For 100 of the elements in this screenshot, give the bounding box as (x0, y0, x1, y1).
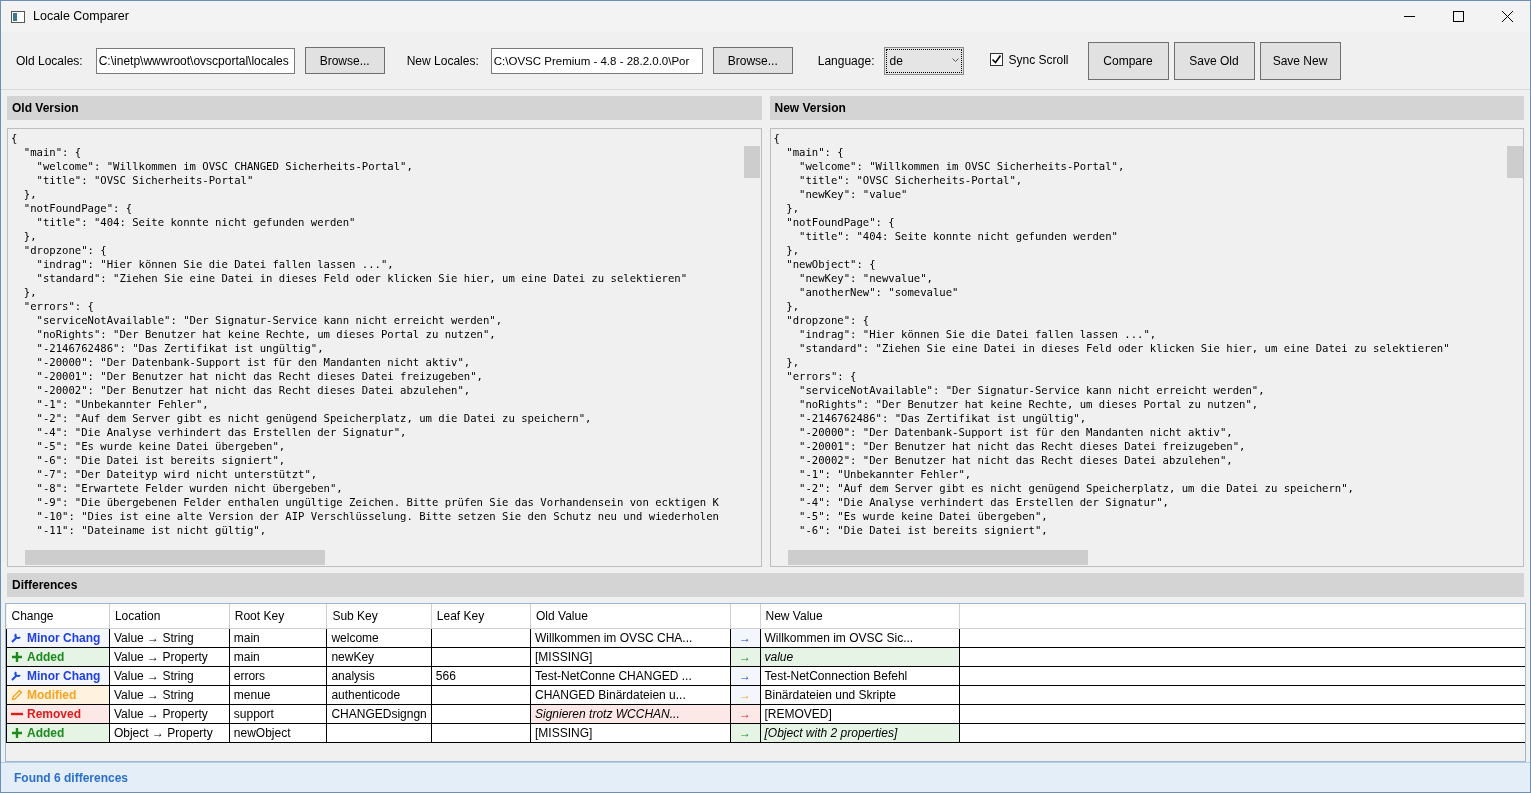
code-line: "-20001": "Der Benutzer hat nicht das Recht dieses Datei freizugeben", (35, 369, 484, 383)
table-cell: Object → Property (109, 723, 230, 742)
column-header[interactable]: Location (109, 604, 230, 628)
column-header[interactable]: Leaf Key (431, 604, 531, 628)
code-line: "-20000": "Der Datenbank-Support ist für den Mandanten nicht aktiv", (35, 355, 472, 369)
code-line: "title": "404: Seite konnte nicht gefunden werden" (35, 215, 357, 229)
code-line: "notFoundPage": { (785, 215, 896, 229)
language-dropdown[interactable]: de (884, 46, 965, 75)
code-line: "-4": "Die Analyse verhindert das Erstellen der Signatur", (798, 495, 1170, 509)
browse-button[interactable]: Browse... (304, 47, 385, 74)
code-line: "anotherNew": "somevalue" (798, 285, 960, 299)
code-line: "-20002": "Der Benutzer hat nicht das Recht dieses Datei abzulehen", (798, 453, 1234, 467)
code-line: "title": "404: Seite konnte nicht gefunden werden" (798, 229, 1119, 243)
code-line: "newObject": { (785, 257, 877, 271)
table-cell: Value → Property (109, 647, 230, 666)
code-line: "indrag": "Hier können Sie die Datei fallen lassen ...", (798, 327, 1158, 341)
table-cell: [MISSING] (530, 647, 731, 666)
table-cell: Value → String (109, 666, 230, 685)
code-line: "notFoundPage": { (22, 201, 134, 215)
wrench-icon (11, 631, 23, 644)
table-cell: Test-NetConne CHANGED ... (530, 666, 731, 685)
code-line: "newKey": "value" (798, 187, 909, 201)
table-cell: welcome (326, 628, 432, 647)
code-line: "-4": "Die Analyse verhindert das Erstellen der Signatur", (35, 425, 408, 439)
code-line: }, (785, 299, 800, 313)
code-line: { (11, 131, 19, 145)
code-line: }, (785, 355, 800, 369)
table-cell: main (229, 628, 327, 647)
table-cell: [REMOVED] (760, 704, 960, 723)
code-line: "errors": { (785, 369, 858, 383)
code-line: "welcome": "Willkommen im OVSC Sicherheits-Portal", (798, 159, 1126, 173)
code-line: "newKey": "newvalue", (798, 271, 934, 285)
app-icon (11, 10, 25, 23)
code-line: "title": "OVSC Sicherheits-Portal", (798, 173, 1024, 187)
maximize-icon[interactable] (1453, 11, 1464, 22)
code-line: "-20001": "Der Benutzer hat nicht das Recht dieses Datei freizugeben", (798, 439, 1247, 453)
code-editor[interactable] (769, 128, 1524, 567)
code-line: "-10": "Dies ist eine alte Version der AIP Verschlüsselung. Bitte setzen Sie den Schutz neu und wiederholen (35, 509, 720, 523)
browse-button[interactable]: Browse... (712, 47, 793, 74)
code-line: "-11": "Dateiname ist nicht gültig", (35, 523, 268, 537)
code-line: "main": { (22, 145, 83, 159)
field-label: New Locales: (406, 52, 479, 70)
column-header[interactable]: Sub Key (326, 604, 432, 628)
code-line: }, (785, 243, 800, 257)
code-line: }, (785, 201, 800, 215)
code-line: "noRights": "Der Benutzer hat keine Rechte, um dieses Portal zu nutzen", (35, 327, 497, 341)
code-line: "title": "OVSC Sicherheits-Portal" (35, 173, 255, 187)
table-cell: CHANGEDsigngn (326, 704, 432, 723)
column-header[interactable]: Old Value (530, 604, 731, 628)
path-field[interactable]: C:\inetp\wwwroot\ovscportal\locales (95, 47, 295, 74)
code-line: "-2146762486": "Das Zertifikat ist ungültig", (798, 411, 1088, 425)
code-line: }, (22, 187, 38, 201)
code-line: "-2": "Auf dem Server gibt es nicht genügend Speicherplatz, um die Datei zu speichern", (35, 411, 593, 425)
table-cell: newKey (326, 647, 432, 666)
code-line: "-5": "Es wurde keine Datei übergeben", (35, 439, 287, 453)
code-line: "standard": "Ziehen Sie eine Datei in dieses Feld oder klicken Sie hier, um eine Datei zu selektieren" (798, 341, 1451, 355)
caret-icon (952, 57, 960, 63)
code-line: "errors": { (22, 299, 95, 313)
code-line: "indrag": "Hier können Sie die Datei fallen lassen ...", (35, 257, 395, 271)
code-line: "-1": "Unbekannter Fehler", (798, 467, 973, 481)
panel-header: Old Version (7, 96, 762, 120)
table-cell: Willkommen im OVSC Sic... (760, 628, 960, 647)
change-type: Minor Chang (27, 629, 101, 647)
section-header: Differences (7, 573, 1524, 597)
code-line: "-9": "Die übergebenen Felder enthalen ungültige Zeichen. Bitte prüfen Sie das Vorhandensein von ecktigen K (35, 495, 720, 509)
field-label: Language: (817, 52, 875, 70)
window-title: Locale Comparer (33, 8, 129, 26)
table-cell: Value → String (109, 685, 230, 704)
column-header[interactable]: New Value (760, 604, 960, 628)
code-line: "-6": "Die Datei ist bereits signiert", (798, 523, 1049, 537)
table-cell: newObject (229, 723, 327, 742)
path-field[interactable]: C:\OVSC Premium - 4.8 - 28.2.0.0\Por (490, 47, 703, 74)
code-line: "-5": "Es wurde keine Datei übergeben", (798, 509, 1049, 523)
toolbar-button[interactable]: Compare (1087, 41, 1169, 80)
code-line: "-2146762486": "Das Zertifikat ist ungültig", (35, 341, 325, 355)
code-line: "-8": "Erwartete Felder wurden nicht übergeben", (35, 481, 344, 495)
change-type: Added (27, 724, 65, 742)
code-editor[interactable] (7, 128, 762, 567)
change-type: Modified (27, 686, 77, 704)
toolbar-button[interactable]: Save New (1259, 41, 1341, 80)
code-line: "-6": "Die Datei ist bereits signiert", (35, 453, 287, 467)
column-header[interactable]: Change (6, 604, 110, 628)
table-cell: authenticode (326, 685, 432, 704)
code-line: "serviceNotAvailable": "Der Signatur-Service kann nicht erreicht werden", (798, 383, 1266, 397)
column-header[interactable]: Root Key (229, 604, 327, 628)
plus-icon (11, 650, 23, 663)
code-line: }, (22, 285, 38, 299)
code-line: "main": { (785, 145, 845, 159)
table-cell: analysis (326, 666, 432, 685)
status-text: Found 6 differences (14, 769, 129, 787)
code-line: "standard": "Ziehen Sie eine Datei in dieses Feld oder klicken Sie hier, um eine Datei zu selektieren" (35, 271, 689, 285)
toolbar-button[interactable]: Save Old (1173, 41, 1255, 80)
sync-checkbox[interactable] (990, 53, 1004, 66)
change-type: Minor Chang (27, 667, 101, 685)
code-line: "serviceNotAvailable": "Der Signatur-Service kann nicht erreicht werden", (35, 313, 504, 327)
plus-icon (11, 726, 23, 739)
close-icon[interactable] (1502, 11, 1513, 22)
field-label: Old Locales: (16, 52, 83, 70)
table-cell: Willkommen im OVSC CHA... (530, 628, 731, 647)
panel-header: New Version (769, 96, 1524, 120)
